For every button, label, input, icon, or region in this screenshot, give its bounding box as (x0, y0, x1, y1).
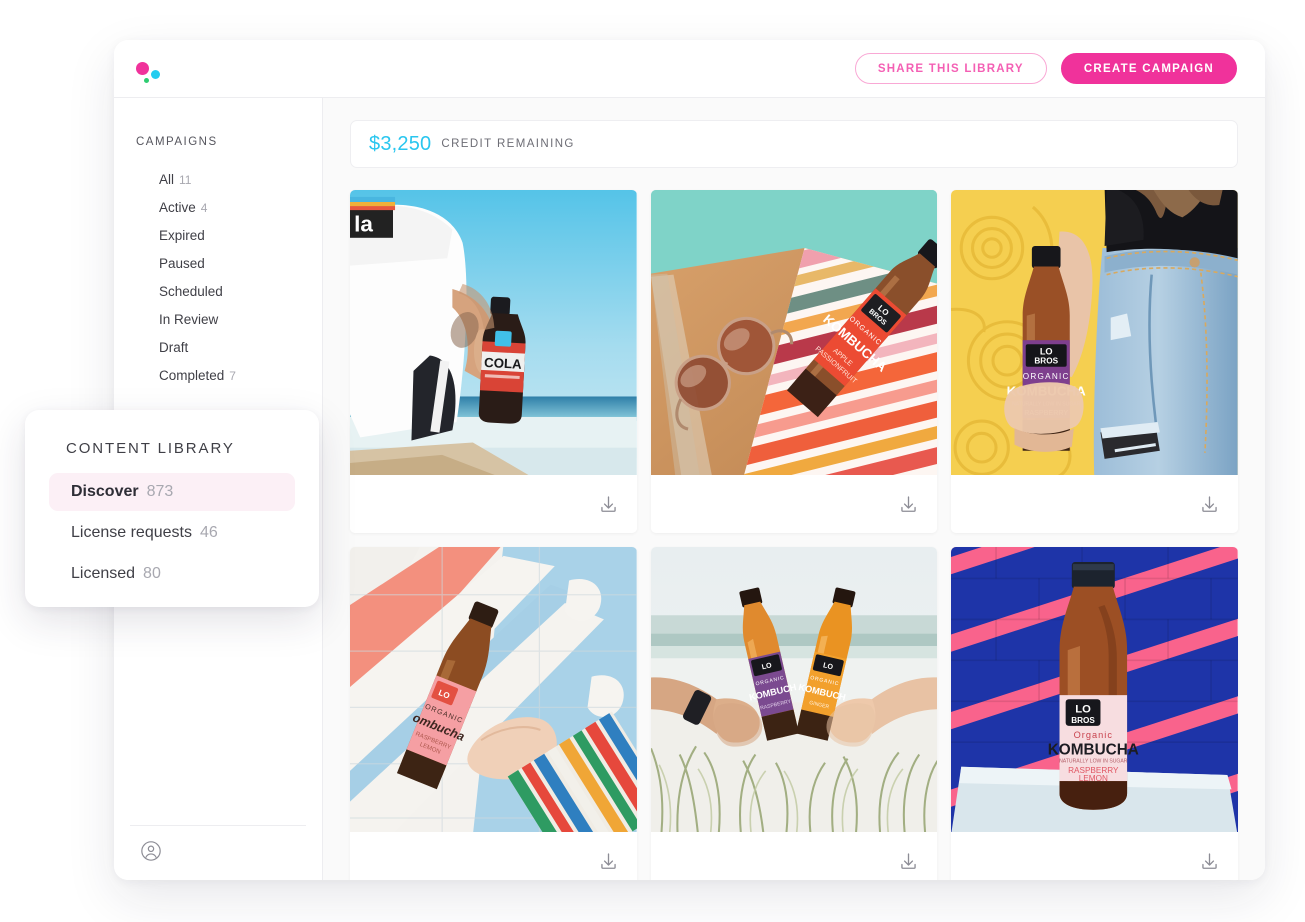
content-library-panel: CONTENT LIBRARY Discover 873 License req… (25, 410, 319, 607)
logo-dot-cyan (151, 70, 160, 79)
content-library-item-label: Licensed (71, 565, 135, 583)
download-icon[interactable] (1199, 494, 1220, 515)
sidebar-footer (130, 825, 306, 880)
brand-dots-logo-icon[interactable] (134, 54, 168, 84)
download-icon[interactable] (1199, 851, 1220, 872)
sidebar-item-count: 7 (229, 369, 236, 383)
content-library-item-label: Discover (71, 483, 139, 501)
sidebar-item-label: Expired (159, 228, 205, 243)
content-library-item-count: 873 (147, 483, 174, 501)
sidebar-item-paused[interactable]: Paused (114, 250, 322, 278)
svg-text:COLA: COLA (484, 355, 523, 372)
download-icon[interactable] (898, 494, 919, 515)
logo-dot-pink (136, 62, 149, 75)
content-library-panel-title: CONTENT LIBRARY (49, 440, 295, 457)
asset-grid: la (350, 190, 1238, 880)
surfer-holding-cola-bottle-at-beach-thumbnail[interactable]: la (350, 190, 637, 475)
kombucha-bottle-on-striped-towel-poolside-thumbnail[interactable]: LO BROS ORGANIC KOMBUCHA APPLE PASSIONFR… (651, 190, 938, 475)
svg-text:BROS: BROS (1035, 357, 1059, 366)
svg-text:BROS: BROS (1072, 716, 1096, 725)
sidebar-item-count: 11 (179, 173, 191, 187)
sidebar-item-all[interactable]: All 11 (114, 166, 322, 194)
asset-card[interactable]: LO BROS ORGANIC KOMBUCHA APPLE PASSIONFR… (651, 190, 938, 533)
svg-text:LO: LO (1040, 347, 1053, 357)
sidebar-item-label: Active (159, 200, 196, 215)
asset-actions (651, 475, 938, 533)
app-header: SHARE THIS LIBRARY CREATE CAMPAIGN (114, 40, 1265, 98)
sidebar-item-draft[interactable]: Draft (114, 334, 322, 362)
asset-actions (350, 475, 637, 533)
asset-card[interactable]: LO BROS Organic KOMBUCHA NATURALLY LOW I… (951, 547, 1238, 880)
sidebar-item-count: 4 (201, 201, 208, 215)
asset-actions (350, 832, 637, 880)
asset-actions (651, 832, 938, 880)
create-campaign-button[interactable]: CREATE CAMPAIGN (1061, 53, 1237, 84)
sidebar-item-scheduled[interactable]: Scheduled (114, 278, 322, 306)
asset-card[interactable]: la (350, 190, 637, 533)
content-library-item-licensed[interactable]: Licensed 80 (49, 555, 295, 593)
hand-holding-kombucha-against-mural-wall-thumbnail[interactable]: LO ORGANIC ombucha RASPBERRY LEMON (350, 547, 637, 832)
sidebar-item-label: In Review (159, 312, 218, 327)
svg-text:ORGANIC: ORGANIC (1023, 372, 1070, 381)
credit-remaining-bar: $3,250 CREDIT REMAINING (350, 120, 1238, 168)
svg-text:LO: LO (1076, 704, 1092, 716)
content-library-item-count: 46 (200, 524, 218, 542)
content-library-item-license-requests[interactable]: License requests 46 (49, 514, 295, 552)
content-library-item-count: 80 (143, 565, 161, 583)
content-library-item-discover[interactable]: Discover 873 (49, 473, 295, 511)
two-hands-cheersing-kombucha-at-beach-thumbnail[interactable]: LO ORGANIC KOMBUCH RASPBERRY (651, 547, 938, 832)
logo-dot-green (144, 78, 149, 83)
sidebar-item-label: Scheduled (159, 284, 223, 299)
svg-text:NATURALLY LOW IN SUGAR: NATURALLY LOW IN SUGAR (1059, 759, 1128, 765)
asset-actions (951, 832, 1238, 880)
sidebar-item-label: Paused (159, 256, 205, 271)
sidebar-item-expired[interactable]: Expired (114, 222, 322, 250)
svg-text:KOMBUCHA: KOMBUCHA (1048, 742, 1139, 759)
sidebar-item-in-review[interactable]: In Review (114, 306, 322, 334)
download-icon[interactable] (598, 851, 619, 872)
main-content: $3,250 CREDIT REMAINING (323, 98, 1265, 880)
download-icon[interactable] (598, 494, 619, 515)
credit-label: CREDIT REMAINING (441, 138, 574, 150)
credit-amount: $3,250 (369, 133, 431, 156)
header-actions: SHARE THIS LIBRARY CREATE CAMPAIGN (855, 53, 1237, 84)
asset-card[interactable]: LO BROS ORGANIC KOMBUCHA NATURALLY LOW I… (951, 190, 1238, 533)
sidebar-section-title-campaigns: CAMPAIGNS (114, 136, 322, 148)
asset-card[interactable]: LO ORGANIC KOMBUCH RASPBERRY (651, 547, 938, 880)
asset-actions (951, 475, 1238, 533)
sidebar-item-completed[interactable]: Completed 7 (114, 362, 322, 390)
sidebar-item-label: All (159, 172, 174, 187)
share-this-library-button[interactable]: SHARE THIS LIBRARY (855, 53, 1047, 84)
svg-text:la: la (354, 212, 373, 237)
woman-holding-raspberry-plum-kombucha-thumbnail[interactable]: LO BROS ORGANIC KOMBUCHA NATURALLY LOW I… (951, 190, 1238, 475)
sidebar-item-active[interactable]: Active 4 (114, 194, 322, 222)
content-library-item-label: License requests (71, 524, 192, 542)
raspberry-lemon-kombucha-on-pink-blue-wall-thumbnail[interactable]: LO BROS Organic KOMBUCHA NATURALLY LOW I… (951, 547, 1238, 832)
asset-card[interactable]: LO ORGANIC ombucha RASPBERRY LEMON (350, 547, 637, 880)
sidebar-item-label: Draft (159, 340, 188, 355)
account-circle-icon[interactable] (140, 840, 162, 862)
sidebar-item-label: Completed (159, 368, 224, 383)
svg-text:Organic: Organic (1074, 730, 1113, 740)
download-icon[interactable] (898, 851, 919, 872)
